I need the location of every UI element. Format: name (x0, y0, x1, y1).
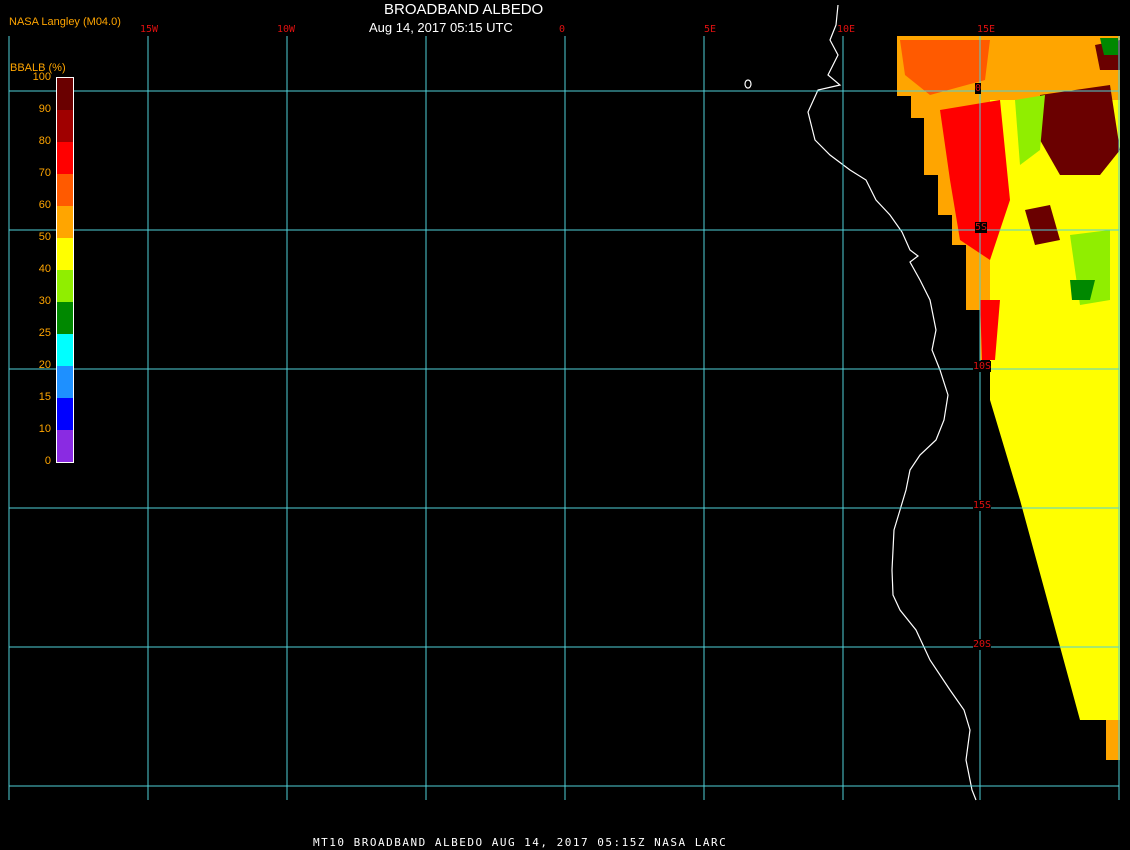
colorbar-tick-20: 20 (38, 359, 51, 371)
albedo-yellow-area (990, 100, 1120, 720)
colorbar-segment-4 (57, 174, 73, 206)
colorbar-segment-8 (57, 302, 73, 334)
colorbar-segment-5 (57, 206, 73, 238)
lat-label-5s: 5S (975, 222, 988, 233)
lat-label-10s: 10S (973, 361, 992, 372)
colorbar-segment-7 (57, 270, 73, 302)
colorbar-tick-70: 70 (38, 167, 51, 179)
colorbar-tick-100: 100 (32, 71, 51, 83)
colorbar-segment-6 (57, 238, 73, 270)
map-datetime: Aug 14, 2017 05:15 UTC (369, 20, 513, 35)
map-viewer: BROADBAND ALBEDO Aug 14, 2017 05:15 UTC … (0, 0, 1130, 850)
colorbar-tick-90: 90 (38, 103, 51, 115)
island-bioko (744, 79, 752, 89)
lon-label-15e: 15E (977, 24, 996, 35)
colorbar-segment-11 (57, 398, 73, 430)
colorbar-tick-50: 50 (38, 231, 51, 243)
colorbar-tick-15: 15 (38, 391, 51, 403)
lon-label-15w: 15W (140, 24, 159, 35)
lon-label-10e: 10E (837, 24, 856, 35)
colorbar-segment-10 (57, 366, 73, 398)
lat-label-20s: 20S (973, 639, 992, 650)
credit-label: NASA Langley (M04.0) (9, 16, 121, 28)
lon-label-5e: 5E (704, 24, 717, 35)
colorbar-tick-10: 10 (38, 423, 51, 435)
colorbar-segment-3 (57, 142, 73, 174)
albedo-map (8, 4, 1120, 801)
colorbar-tick-25: 25 (38, 327, 51, 339)
colorbar-tick-30: 30 (38, 295, 51, 307)
map-title: BROADBAND ALBEDO (384, 1, 544, 18)
colorbar-segment-1 (57, 78, 73, 110)
lat-label-15s: 15S (973, 500, 992, 511)
colorbar-tick-60: 60 (38, 199, 51, 211)
albedo-swath-3 (924, 95, 938, 175)
colorbar-tick-40: 40 (38, 263, 51, 275)
lat-label-0: 0 (975, 83, 982, 94)
lon-label-10w: 10W (277, 24, 296, 35)
colorbar-segment-9 (57, 334, 73, 366)
colorbar-tick-80: 80 (38, 135, 51, 147)
colorbar-segment-2 (57, 110, 73, 142)
colorbar-tick-0: 0 (44, 455, 51, 467)
footer-caption: MT10 BROADBAND ALBEDO AUG 14, 2017 05:15… (313, 836, 728, 849)
colorbar-segment-12 (57, 430, 73, 462)
lon-label-0: 0 (559, 24, 566, 35)
